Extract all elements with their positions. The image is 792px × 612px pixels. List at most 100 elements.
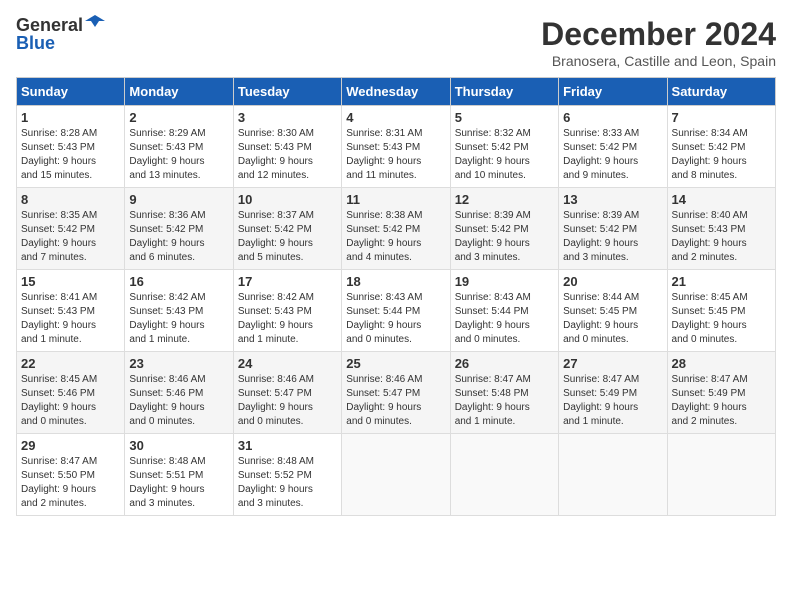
day-number: 3 [238,110,337,125]
day-info: Sunrise: 8:36 AM Sunset: 5:42 PM Dayligh… [129,209,228,265]
day-number: 27 [563,356,662,371]
calendar-cell [559,434,667,516]
calendar-cell: 16 Sunrise: 8:42 AM Sunset: 5:43 PM Dayli… [125,270,233,352]
calendar-cell: 30 Sunrise: 8:48 AM Sunset: 5:51 PM Dayli… [125,434,233,516]
column-header-thursday: Thursday [450,78,558,106]
logo: General Blue [16,16,105,52]
day-number: 26 [455,356,554,371]
column-header-wednesday: Wednesday [342,78,450,106]
day-number: 18 [346,274,445,289]
day-info: Sunrise: 8:48 AM Sunset: 5:51 PM Dayligh… [129,455,228,511]
calendar-cell: 10Sunrise: 8:37 AM Sunset: 5:42 PM Dayli… [233,188,341,270]
day-number: 23 [129,356,228,371]
day-info: Sunrise: 8:47 AM Sunset: 5:49 PM Dayligh… [563,373,662,429]
month-title: December 2024 [541,16,776,53]
day-number: 21 [672,274,771,289]
day-info: Sunrise: 8:33 AM Sunset: 5:42 PM Dayligh… [563,127,662,183]
column-header-monday: Monday [125,78,233,106]
day-number: 5 [455,110,554,125]
day-number: 6 [563,110,662,125]
day-number: 15 [21,274,120,289]
calendar-week-row-5: 29 Sunrise: 8:47 AM Sunset: 5:50 PM Dayli… [17,434,776,516]
calendar-cell [450,434,558,516]
calendar-table: SundayMondayTuesdayWednesdayThursdayFrid… [16,77,776,516]
day-number: 16 [129,274,228,289]
calendar-cell: 8 Sunrise: 8:35 AM Sunset: 5:42 PM Daylig… [17,188,125,270]
calendar-cell: 28Sunrise: 8:47 AM Sunset: 5:49 PM Dayli… [667,352,775,434]
calendar-cell: 11 Sunrise: 8:38 AM Sunset: 5:42 PM Dayli… [342,188,450,270]
day-number: 2 [129,110,228,125]
calendar-cell: 17 Sunrise: 8:42 AM Sunset: 5:43 PM Dayli… [233,270,341,352]
day-number: 1 [21,110,120,125]
day-info: Sunrise: 8:47 AM Sunset: 5:50 PM Dayligh… [21,455,120,511]
calendar-cell: 9Sunrise: 8:36 AM Sunset: 5:42 PM Daylig… [125,188,233,270]
day-info: Sunrise: 8:31 AM Sunset: 5:43 PM Dayligh… [346,127,445,183]
day-info: Sunrise: 8:45 AM Sunset: 5:46 PM Dayligh… [21,373,120,429]
day-number: 8 [21,192,120,207]
day-number: 20 [563,274,662,289]
calendar-cell: 4 Sunrise: 8:31 AM Sunset: 5:43 PM Daylig… [342,106,450,188]
calendar-cell: 31 Sunrise: 8:48 AM Sunset: 5:52 PM Dayli… [233,434,341,516]
calendar-cell: 19 Sunrise: 8:43 AM Sunset: 5:44 PM Dayli… [450,270,558,352]
day-number: 13 [563,192,662,207]
calendar-cell: 26 Sunrise: 8:47 AM Sunset: 5:48 PM Dayli… [450,352,558,434]
day-info: Sunrise: 8:47 AM Sunset: 5:48 PM Dayligh… [455,373,554,429]
day-number: 14 [672,192,771,207]
day-number: 12 [455,192,554,207]
location-subtitle: Branosera, Castille and Leon, Spain [541,53,776,69]
column-header-friday: Friday [559,78,667,106]
day-number: 24 [238,356,337,371]
calendar-cell: 13 Sunrise: 8:39 AM Sunset: 5:42 PM Dayli… [559,188,667,270]
day-info: Sunrise: 8:28 AM Sunset: 5:43 PM Dayligh… [21,127,120,183]
calendar-cell: 25Sunrise: 8:46 AM Sunset: 5:47 PM Dayli… [342,352,450,434]
calendar-cell: 5 Sunrise: 8:32 AM Sunset: 5:42 PM Daylig… [450,106,558,188]
day-info: Sunrise: 8:46 AM Sunset: 5:47 PM Dayligh… [238,373,337,429]
day-info: Sunrise: 8:39 AM Sunset: 5:42 PM Dayligh… [563,209,662,265]
calendar-cell: 29 Sunrise: 8:47 AM Sunset: 5:50 PM Dayli… [17,434,125,516]
calendar-week-row-3: 15 Sunrise: 8:41 AM Sunset: 5:43 PM Dayli… [17,270,776,352]
day-number: 30 [129,438,228,453]
day-number: 4 [346,110,445,125]
day-number: 31 [238,438,337,453]
day-number: 22 [21,356,120,371]
calendar-cell: 2 Sunrise: 8:29 AM Sunset: 5:43 PM Daylig… [125,106,233,188]
day-info: Sunrise: 8:46 AM Sunset: 5:47 PM Dayligh… [346,373,445,429]
day-info: Sunrise: 8:42 AM Sunset: 5:43 PM Dayligh… [129,291,228,347]
day-number: 29 [21,438,120,453]
calendar-cell: 6 Sunrise: 8:33 AM Sunset: 5:42 PM Daylig… [559,106,667,188]
day-info: Sunrise: 8:39 AM Sunset: 5:42 PM Dayligh… [455,209,554,265]
calendar-cell: 3Sunrise: 8:30 AM Sunset: 5:43 PM Daylig… [233,106,341,188]
column-header-sunday: Sunday [17,78,125,106]
column-header-saturday: Saturday [667,78,775,106]
day-info: Sunrise: 8:48 AM Sunset: 5:52 PM Dayligh… [238,455,337,511]
page-header: General Blue December 2024 Branosera, Ca… [16,16,776,69]
day-info: Sunrise: 8:38 AM Sunset: 5:42 PM Dayligh… [346,209,445,265]
logo-blue-text: Blue [16,34,105,52]
calendar-cell: 7 Sunrise: 8:34 AM Sunset: 5:42 PM Daylig… [667,106,775,188]
title-block: December 2024 Branosera, Castille and Le… [541,16,776,69]
day-info: Sunrise: 8:29 AM Sunset: 5:43 PM Dayligh… [129,127,228,183]
calendar-cell: 14Sunrise: 8:40 AM Sunset: 5:43 PM Dayli… [667,188,775,270]
logo-general-text: General [16,16,83,34]
calendar-cell: 23 Sunrise: 8:46 AM Sunset: 5:46 PM Dayli… [125,352,233,434]
calendar-cell: 27 Sunrise: 8:47 AM Sunset: 5:49 PM Dayli… [559,352,667,434]
day-info: Sunrise: 8:46 AM Sunset: 5:46 PM Dayligh… [129,373,228,429]
day-number: 11 [346,192,445,207]
day-info: Sunrise: 8:43 AM Sunset: 5:44 PM Dayligh… [455,291,554,347]
day-number: 7 [672,110,771,125]
day-info: Sunrise: 8:41 AM Sunset: 5:43 PM Dayligh… [21,291,120,347]
day-info: Sunrise: 8:37 AM Sunset: 5:42 PM Dayligh… [238,209,337,265]
calendar-cell: 1 Sunrise: 8:28 AM Sunset: 5:43 PM Daylig… [17,106,125,188]
calendar-cell: 15 Sunrise: 8:41 AM Sunset: 5:43 PM Dayli… [17,270,125,352]
day-info: Sunrise: 8:34 AM Sunset: 5:42 PM Dayligh… [672,127,771,183]
logo-bird-icon [85,13,105,33]
calendar-cell: 24 Sunrise: 8:46 AM Sunset: 5:47 PM Dayli… [233,352,341,434]
day-info: Sunrise: 8:43 AM Sunset: 5:44 PM Dayligh… [346,291,445,347]
calendar-cell: 21Sunrise: 8:45 AM Sunset: 5:45 PM Dayli… [667,270,775,352]
day-number: 17 [238,274,337,289]
day-info: Sunrise: 8:32 AM Sunset: 5:42 PM Dayligh… [455,127,554,183]
calendar-cell [342,434,450,516]
day-number: 19 [455,274,554,289]
day-info: Sunrise: 8:42 AM Sunset: 5:43 PM Dayligh… [238,291,337,347]
day-info: Sunrise: 8:35 AM Sunset: 5:42 PM Dayligh… [21,209,120,265]
